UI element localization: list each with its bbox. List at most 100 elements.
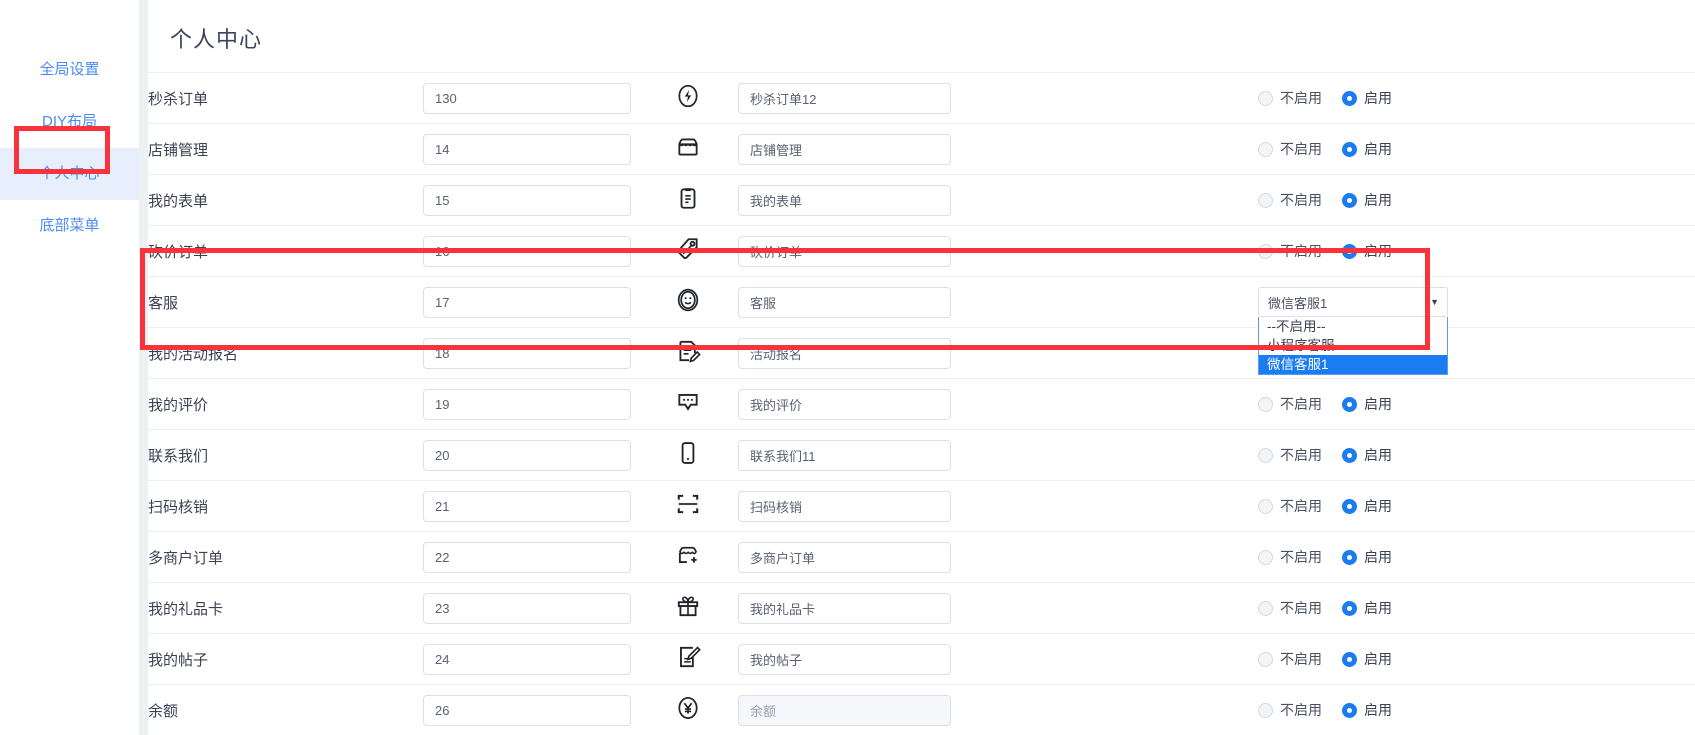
radio-disable[interactable]: 不启用 (1258, 241, 1322, 261)
sort-input[interactable] (423, 541, 631, 573)
radio-disable[interactable]: 不启用 (1258, 700, 1322, 720)
radio-disable[interactable]: 不启用 (1258, 139, 1322, 159)
radio-dot (1342, 243, 1357, 259)
radio-disable[interactable]: 不启用 (1258, 547, 1322, 567)
row-status-cell: 微信客服1 ▼ --不启用-- 小程序客服 微信客服1 (1258, 276, 1695, 375)
row-title-cell (738, 72, 1258, 124)
status-radio-group: 不启用 启用 (1258, 649, 1695, 669)
status-radio-group: 不启用 启用 (1258, 88, 1695, 108)
radio-disable[interactable]: 不启用 (1258, 598, 1322, 618)
radio-enable[interactable]: 启用 (1342, 547, 1392, 567)
select-option[interactable]: 小程序客服 (1259, 336, 1447, 355)
row-status-cell: 不启用 启用 (1258, 633, 1695, 685)
sort-input[interactable] (423, 133, 631, 165)
row-icon-cell (638, 582, 738, 634)
row-sort-cell (423, 276, 638, 328)
signup-edit-icon[interactable] (675, 338, 701, 364)
radio-enable[interactable]: 启用 (1342, 190, 1392, 210)
radio-enable[interactable]: 启用 (1342, 139, 1392, 159)
scan-icon[interactable] (675, 491, 701, 517)
clipboard-icon[interactable] (675, 185, 701, 211)
select-option[interactable]: --不启用-- (1259, 317, 1447, 336)
yuan-circle-icon[interactable] (675, 695, 701, 721)
sort-input[interactable] (423, 82, 631, 114)
sort-input[interactable] (423, 184, 631, 216)
row-title-cell (738, 531, 1258, 583)
sort-input[interactable] (423, 337, 631, 369)
radio-enable[interactable]: 启用 (1342, 241, 1392, 261)
radio-enable[interactable]: 启用 (1342, 649, 1392, 669)
row-name-cell: 我的表单 (148, 174, 423, 226)
radio-dot (1342, 396, 1357, 412)
radio-disable[interactable]: 不启用 (1258, 445, 1322, 465)
sort-input[interactable] (423, 592, 631, 624)
radio-disable[interactable]: 不启用 (1258, 496, 1322, 516)
sidebar-item-3[interactable]: 底部菜单 (0, 200, 139, 252)
post-edit-icon[interactable] (675, 644, 701, 670)
sort-input[interactable] (423, 490, 631, 522)
status-radio-group: 不启用 启用 (1258, 445, 1695, 465)
table-row: 我的评价 不启用 启用 (148, 378, 1695, 430)
status-radio-group: 不启用 启用 (1258, 241, 1695, 261)
sidebar-item-2[interactable]: 个人中心 (0, 148, 139, 200)
row-icon-cell (638, 327, 738, 379)
radio-enable[interactable]: 启用 (1342, 88, 1392, 108)
row-title-cell (738, 225, 1258, 277)
title-input[interactable] (738, 82, 951, 114)
title-input[interactable] (738, 592, 951, 624)
radio-enable[interactable]: 启用 (1342, 394, 1392, 414)
sidebar-item-1[interactable]: DIY布局 (0, 96, 139, 148)
title-input[interactable] (738, 235, 951, 267)
sort-input[interactable] (423, 235, 631, 267)
title-input[interactable] (738, 388, 951, 420)
sort-input[interactable] (423, 388, 631, 420)
title-input[interactable] (738, 286, 951, 318)
select-value: 微信客服1 (1268, 295, 1328, 311)
status-radio-group: 不启用 启用 (1258, 598, 1695, 618)
radio-disable-label: 不启用 (1280, 90, 1322, 106)
row-title-cell (738, 123, 1258, 175)
title-input[interactable] (738, 490, 951, 522)
gift-icon[interactable] (675, 593, 701, 619)
radio-disable[interactable]: 不启用 (1258, 88, 1322, 108)
sort-input[interactable] (423, 643, 631, 675)
title-input[interactable] (738, 541, 951, 573)
sort-input[interactable] (423, 439, 631, 471)
row-icon-cell (638, 531, 738, 583)
radio-dot (1342, 651, 1357, 667)
radio-enable[interactable]: 启用 (1342, 598, 1392, 618)
radio-disable[interactable]: 不启用 (1258, 190, 1322, 210)
radio-enable[interactable]: 启用 (1342, 700, 1392, 720)
menu-settings-table: 秒杀订单不启用启用店铺管理不启用启用我的表单不启用启用砍价订单不启用启用客服微信… (148, 72, 1695, 735)
radio-enable-label: 启用 (1364, 141, 1392, 157)
sort-input[interactable] (423, 694, 631, 726)
shop-plus-icon[interactable] (675, 542, 701, 568)
row-sort-cell (423, 72, 638, 124)
status-radio-group: 不启用 启用 (1258, 700, 1695, 720)
title-input[interactable] (738, 184, 951, 216)
radio-dot (1258, 702, 1273, 718)
sort-input[interactable] (423, 286, 631, 318)
price-tag-icon[interactable] (675, 236, 701, 262)
customer-service-select[interactable]: 微信客服1 ▼ (1258, 287, 1448, 317)
title-input[interactable] (738, 337, 951, 369)
comment-icon[interactable] (675, 389, 701, 415)
lightning-icon[interactable] (675, 83, 701, 109)
sidebar-item-0[interactable]: 全局设置 (0, 44, 139, 96)
radio-enable[interactable]: 启用 (1342, 445, 1392, 465)
radio-enable[interactable]: 启用 (1342, 496, 1392, 516)
phone-icon[interactable] (675, 440, 701, 466)
title-input[interactable] (738, 439, 951, 471)
row-name-cell: 余额 (148, 684, 423, 735)
radio-enable-label: 启用 (1364, 396, 1392, 412)
row-name-label: 扫码核销 (148, 498, 209, 516)
title-input[interactable] (738, 643, 951, 675)
radio-enable-label: 启用 (1364, 447, 1392, 463)
radio-disable[interactable]: 不启用 (1258, 394, 1322, 414)
headset-face-icon[interactable] (675, 287, 701, 313)
radio-disable[interactable]: 不启用 (1258, 649, 1322, 669)
shop-icon[interactable] (675, 134, 701, 160)
select-option[interactable]: 微信客服1 (1259, 355, 1447, 374)
row-icon-cell (638, 123, 738, 175)
title-input[interactable] (738, 133, 951, 165)
